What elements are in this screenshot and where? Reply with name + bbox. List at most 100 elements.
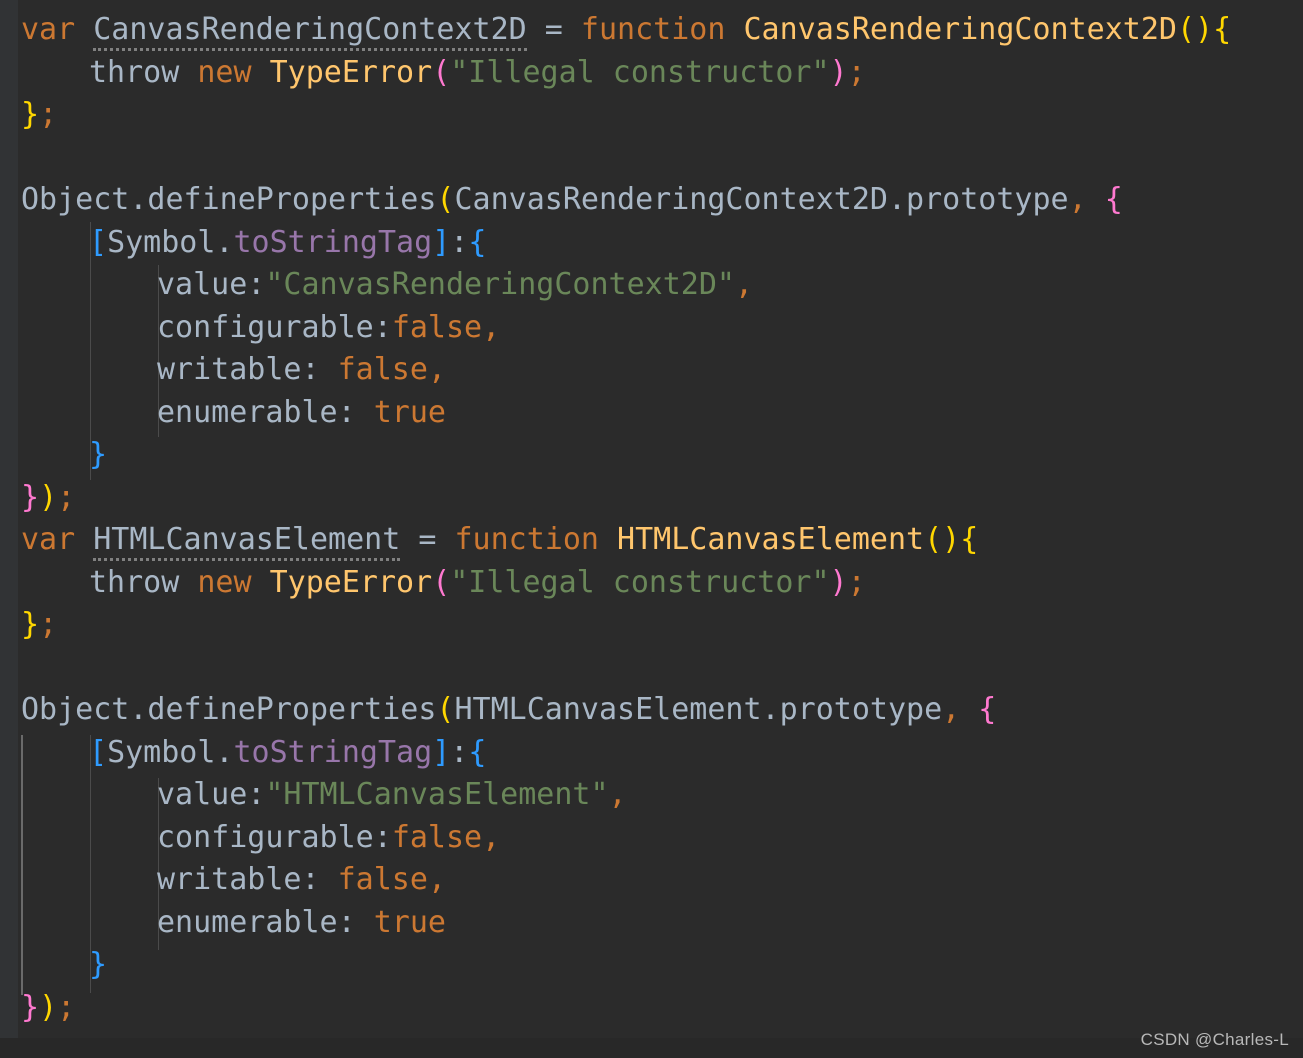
code-token: :	[450, 224, 469, 260]
code-line[interactable]: }	[89, 434, 107, 477]
code-line[interactable]: }	[89, 944, 107, 987]
code-line[interactable]: throw new TypeError("Illegal constructor…	[89, 52, 866, 95]
code-line[interactable]: var CanvasRenderingContext2D = function …	[21, 9, 1231, 52]
code-line[interactable]: });	[21, 987, 75, 1030]
code-token: configurable:	[157, 819, 392, 855]
code-token: false	[337, 352, 428, 387]
code-token: function	[580, 12, 726, 47]
watermark-band	[0, 1038, 1303, 1058]
code-token: [	[89, 224, 108, 260]
code-token: (	[436, 182, 455, 217]
code-token: ;	[847, 54, 866, 90]
code-token: }	[21, 479, 40, 515]
code-token: "HTMLCanvasElement"	[265, 777, 609, 812]
code-token: HTMLCanvasElement	[93, 522, 401, 561]
code-line[interactable]: value:"HTMLCanvasElement",	[157, 774, 627, 817]
code-line[interactable]: value:"CanvasRenderingContext2D",	[157, 264, 753, 307]
code-token: throw	[89, 564, 180, 600]
code-token: "Illegal constructor"	[450, 564, 830, 600]
code-token: ,	[942, 692, 961, 727]
code-line[interactable]: throw new TypeError("Illegal constructor…	[89, 562, 866, 605]
code-line[interactable]: writable: false,	[157, 859, 446, 902]
code-token: true	[373, 394, 446, 430]
code-line[interactable]: configurable:false,	[157, 817, 500, 860]
code-token: HTMLCanvasElement	[617, 522, 925, 557]
code-surface[interactable]: var CanvasRenderingContext2D = function …	[0, 0, 1303, 1038]
code-token: false	[391, 309, 483, 345]
code-token: ;	[39, 97, 58, 132]
code-token: {	[468, 734, 487, 770]
code-token: false	[391, 819, 483, 855]
code-token: false	[337, 862, 428, 897]
code-token: ,	[427, 352, 446, 387]
code-line[interactable]: writable: false,	[157, 349, 446, 392]
code-token: var	[21, 12, 76, 47]
code-token: true	[373, 904, 446, 940]
code-token: writable:	[157, 862, 338, 897]
code-line[interactable]: enumerable: true	[157, 902, 446, 945]
code-line[interactable]: configurable:false,	[157, 307, 500, 350]
code-line[interactable]: Object.defineProperties(HTMLCanvasElemen…	[21, 689, 996, 732]
code-line[interactable]: Object.defineProperties(CanvasRenderingC…	[21, 179, 1123, 222]
code-token: =	[526, 12, 581, 47]
code-token: writable:	[157, 352, 338, 387]
code-editor[interactable]: var CanvasRenderingContext2D = function …	[0, 0, 1303, 1058]
code-token: }	[21, 97, 40, 132]
code-token: HTMLCanvasElement.prototype	[454, 692, 943, 727]
code-token: ,	[427, 862, 446, 897]
code-token: enumerable:	[157, 904, 374, 940]
code-token: }	[89, 437, 108, 472]
code-token: CanvasRenderingContext2D	[93, 12, 527, 51]
code-token: {	[468, 224, 487, 260]
code-token: var	[21, 522, 76, 557]
code-token: {	[960, 522, 979, 557]
code-token: toStringTag	[233, 734, 433, 770]
code-line[interactable]: };	[21, 604, 57, 647]
code-line[interactable]: var HTMLCanvasElement = function HTMLCan…	[21, 519, 978, 562]
code-token: enumerable:	[157, 394, 374, 430]
code-token: ,	[608, 777, 627, 812]
code-token: Object.defineProperties	[21, 692, 437, 727]
code-token: (	[436, 692, 455, 727]
code-token: ,	[482, 819, 501, 855]
code-token: "CanvasRenderingContext2D"	[265, 267, 735, 302]
code-token: ,	[482, 309, 501, 345]
code-token: }	[21, 607, 40, 642]
code-token: (	[432, 54, 451, 90]
code-token: Object.defineProperties	[21, 182, 437, 217]
code-line[interactable]: };	[21, 94, 57, 137]
code-token: ]	[432, 734, 451, 770]
code-token: }	[89, 947, 108, 982]
code-token: configurable:	[157, 309, 392, 345]
code-token: TypeError	[269, 54, 433, 90]
code-token: ;	[847, 564, 866, 600]
code-token: "Illegal constructor"	[450, 54, 830, 90]
code-token: )	[829, 54, 848, 90]
code-line[interactable]: enumerable: true	[157, 392, 446, 435]
code-line[interactable]: [Symbol.toStringTag]:{	[89, 222, 486, 265]
code-token: ;	[39, 607, 58, 642]
code-line[interactable]: [Symbol.toStringTag]:{	[89, 732, 486, 775]
code-token: }	[21, 989, 40, 1025]
code-token: ()	[1176, 12, 1214, 47]
code-token: toStringTag	[233, 224, 433, 260]
code-token: value:	[157, 267, 266, 302]
code-token: ;	[57, 479, 76, 515]
code-line[interactable]: });	[21, 477, 75, 520]
code-token: :	[450, 734, 469, 770]
code-token: )	[39, 989, 58, 1025]
code-token: CanvasRenderingContext2D.prototype	[454, 182, 1069, 217]
code-token: function	[454, 522, 599, 557]
code-token: CanvasRenderingContext2D	[743, 12, 1177, 47]
code-token: ]	[432, 224, 451, 260]
watermark-text: CSDN @Charles-L	[1140, 1030, 1289, 1049]
code-token: (	[432, 564, 451, 600]
